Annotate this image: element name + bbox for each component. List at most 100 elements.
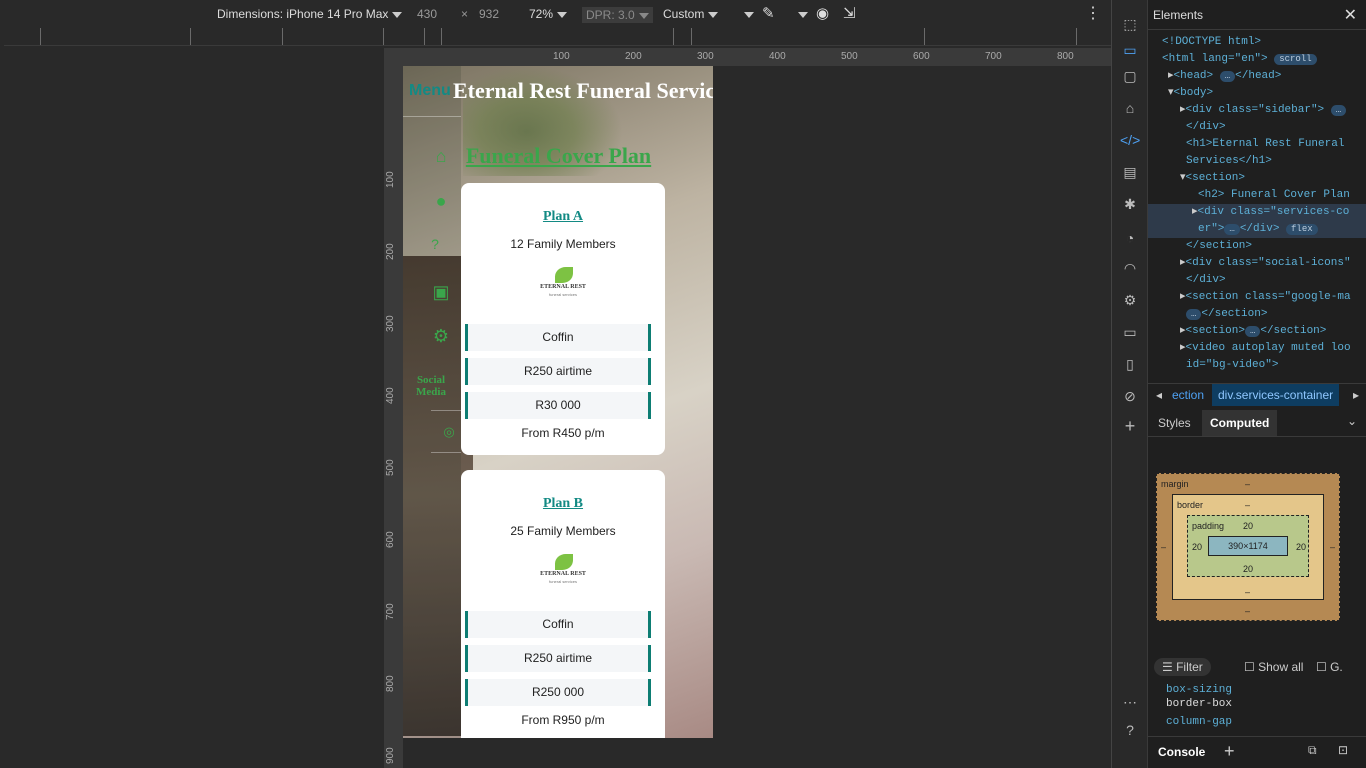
rotate-icon[interactable]: ⇲: [843, 4, 856, 22]
dpr-dropdown[interactable]: DPR: 3.0: [582, 7, 653, 23]
home-icon[interactable]: ⌂: [1120, 98, 1140, 118]
plan-name[interactable]: Plan B: [461, 496, 665, 512]
ellipsis-badge[interactable]: …: [1219, 71, 1236, 82]
whatsapp-icon[interactable]: ◎: [439, 422, 459, 442]
breadcrumb: ◂ ection div.services-container ▸: [1148, 383, 1366, 406]
device-viewport[interactable]: Menu ⌂ ● ? ▣ ⚙ Social Media ◎ Eternal Re…: [403, 66, 713, 738]
group-checkbox[interactable]: ☐ G.: [1316, 660, 1343, 674]
dom-node[interactable]: <h2> Funeral Cover Plan: [1148, 187, 1366, 204]
home-icon[interactable]: ⌂: [431, 146, 451, 166]
elements-code-icon[interactable]: </>: [1120, 130, 1140, 150]
scroll-badge[interactable]: scroll: [1274, 54, 1317, 65]
ruler-tick: 900: [385, 747, 396, 764]
device-toggle-icon[interactable]: ▭: [1120, 40, 1140, 60]
more-options-caret[interactable]: [740, 7, 754, 21]
bug-icon[interactable]: ✱: [1120, 194, 1140, 214]
throttle-dropdown[interactable]: Custom: [663, 7, 719, 21]
eyedropper-icon[interactable]: ✎: [762, 4, 775, 22]
inspect-icon[interactable]: ⬚: [1120, 14, 1140, 34]
contact-card-icon[interactable]: ▣: [431, 282, 451, 302]
ruler-mark: [383, 28, 384, 45]
chevron-left-icon[interactable]: ◂: [1156, 384, 1162, 406]
more-icon[interactable]: ⋯: [1120, 692, 1140, 712]
device-dimensions-dropdown[interactable]: Dimensions: iPhone 14 Pro Max: [217, 7, 403, 21]
section-title: Funeral Cover Plan: [465, 143, 652, 168]
dpr-label: DPR: 3.0: [586, 8, 635, 22]
more-vertical-icon[interactable]: ⋮: [1085, 3, 1101, 23]
help-icon[interactable]: ?: [1120, 720, 1140, 740]
gears-icon[interactable]: ⚙: [431, 326, 451, 346]
wifi-icon[interactable]: ◔: [1120, 228, 1140, 248]
tab-computed[interactable]: Computed: [1202, 410, 1278, 436]
ruler-tick: 100: [553, 51, 570, 62]
sidebar: Menu ⌂ ● ? ▣ ⚙ Social Media ◎: [403, 66, 461, 738]
settings-icon[interactable]: ⚙: [1120, 290, 1140, 310]
width-input[interactable]: 430: [417, 7, 437, 21]
ruler-tick: 500: [385, 459, 396, 476]
window-icon[interactable]: ▢: [1120, 66, 1140, 86]
plan-card: Plan B 25 Family Members ETERNAL REST fu…: [461, 470, 665, 738]
dom-node[interactable]: ▸<div class="social-icons": [1148, 255, 1366, 272]
dom-text: </section>: [1186, 240, 1253, 252]
ruler-mark: [924, 28, 925, 45]
plus-icon[interactable]: +: [1120, 416, 1140, 436]
info-icon[interactable]: ●: [431, 191, 451, 211]
zoom-dropdown[interactable]: 72%: [529, 7, 568, 21]
tab-styles[interactable]: Styles: [1158, 416, 1191, 430]
lighthouse-icon[interactable]: ⊘: [1120, 386, 1140, 406]
chevron-right-icon[interactable]: ▸: [1353, 384, 1359, 406]
dom-text: </div>: [1186, 121, 1226, 133]
undock-icon[interactable]: ⊡: [1338, 743, 1348, 757]
logo-text: ETERNAL REST: [540, 284, 586, 290]
dom-node[interactable]: <html lang="en"> scroll: [1148, 51, 1366, 68]
filter-input[interactable]: ☰ Filter: [1154, 658, 1211, 676]
question-icon[interactable]: ?: [425, 234, 445, 254]
flex-badge[interactable]: flex: [1286, 224, 1318, 235]
property-name[interactable]: box-sizing: [1166, 683, 1232, 697]
plan-name[interactable]: Plan A: [461, 209, 665, 225]
property-name[interactable]: column-gap: [1166, 715, 1232, 729]
dom-node[interactable]: <!DOCTYPE html>: [1148, 34, 1366, 51]
ruler-tick: 600: [385, 531, 396, 548]
dom-text: <section class="google-ma: [1185, 291, 1351, 303]
breadcrumb-item[interactable]: ection: [1172, 384, 1204, 406]
ellipsis-badge[interactable]: …: [1186, 309, 1202, 320]
plus-icon[interactable]: +: [1224, 741, 1235, 762]
performance-icon[interactable]: ◠: [1120, 258, 1140, 278]
tab-console[interactable]: Console: [1158, 745, 1205, 759]
dom-node[interactable]: <h1>Eternal Rest Funeral: [1148, 136, 1366, 153]
dom-node[interactable]: ▸<section>… </section>: [1148, 323, 1366, 340]
dock-icon[interactable]: ⧉: [1308, 743, 1317, 758]
show-all-checkbox[interactable]: ☐ Show all: [1244, 660, 1303, 674]
plan-feature: R250 airtime: [465, 358, 651, 385]
dom-text: <div class="services-co: [1197, 206, 1350, 218]
dom-node[interactable]: ▾<section>: [1148, 170, 1366, 187]
menu-label[interactable]: Menu: [409, 82, 451, 100]
console-icon[interactable]: ▤: [1120, 162, 1140, 182]
breadcrumb-item-active[interactable]: div.services-container: [1212, 384, 1340, 406]
height-input[interactable]: 932: [479, 7, 499, 21]
ellipsis-badge[interactable]: …: [1244, 326, 1261, 337]
storage-icon[interactable]: ▯: [1120, 354, 1140, 374]
eye-icon[interactable]: ◉: [816, 4, 829, 22]
close-icon[interactable]: ✕: [1344, 5, 1357, 25]
ruler-tick: 700: [985, 51, 1002, 62]
logo-text: ETERNAL REST: [540, 571, 586, 577]
ellipsis-badge[interactable]: …: [1330, 105, 1347, 116]
times-label: ×: [461, 7, 469, 21]
dom-node[interactable]: ▸<video autoplay muted loo: [1148, 340, 1366, 357]
ellipsis-badge[interactable]: …: [1224, 224, 1240, 235]
chevron-down-icon[interactable]: ⌄: [1347, 414, 1357, 428]
dom-node[interactable]: ▸<div class="sidebar"> …: [1148, 102, 1366, 119]
padding-left-value: 20: [1192, 542, 1203, 552]
caret-button[interactable]: [794, 7, 808, 21]
dom-node-selected[interactable]: er">… </div> flex: [1148, 221, 1366, 238]
dom-node[interactable]: ▾<body>: [1148, 85, 1366, 102]
dom-node[interactable]: ▸<head> … </head>: [1148, 68, 1366, 85]
application-icon[interactable]: ▭: [1120, 322, 1140, 342]
dom-node[interactable]: ▸<section class="google-ma: [1148, 289, 1366, 306]
ruler-tick: 300: [385, 315, 396, 332]
device-toolbar: Dimensions: iPhone 14 Pro Max 430 × 932 …: [0, 0, 1111, 28]
plan-feature: R250 000: [465, 679, 651, 706]
dom-node-selected[interactable]: ▸<div class="services-co: [1148, 204, 1366, 221]
